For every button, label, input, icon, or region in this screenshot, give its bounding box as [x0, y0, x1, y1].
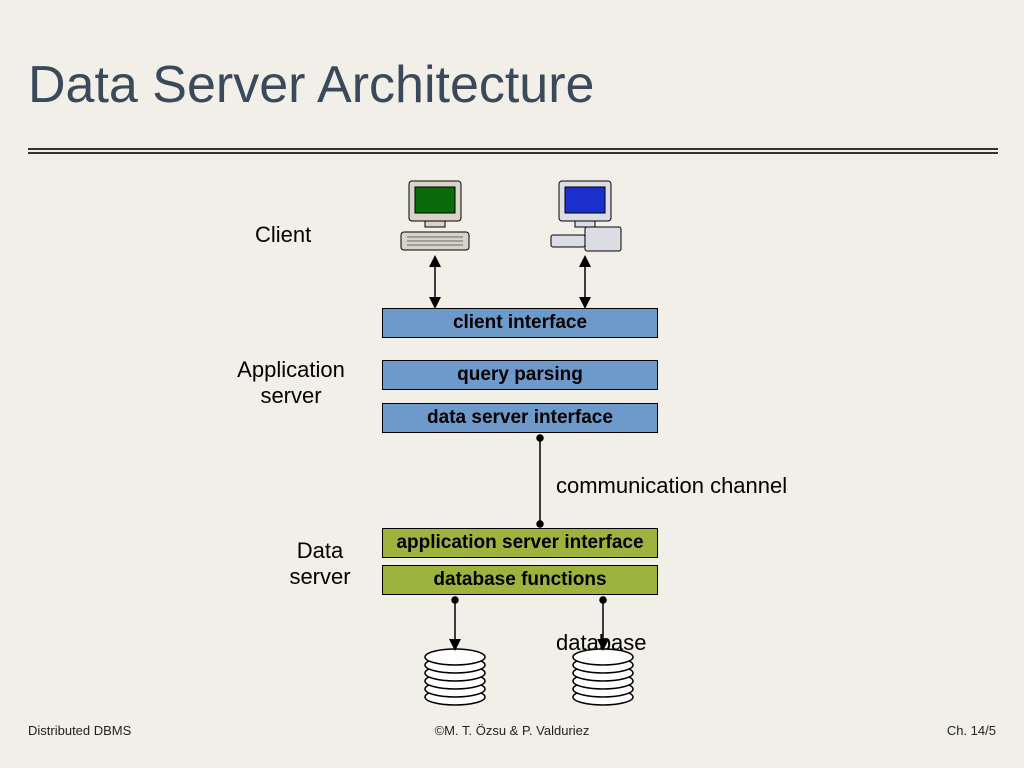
footer-center: ©M. T. Özsu & P. Valduriez [0, 723, 1024, 738]
app-server-label: Application server [226, 357, 356, 410]
title-underline [28, 148, 998, 154]
query-parsing-box: query parsing [382, 360, 658, 390]
client-label: Client [255, 222, 335, 248]
computer-icon [395, 177, 475, 257]
data-server-label: Data server [280, 538, 360, 591]
data-server-interface-box: data server interface [382, 403, 658, 433]
database-icon [420, 648, 490, 710]
comm-channel-label: communication channel [556, 473, 816, 499]
footer-right: Ch. 14/5 [947, 723, 996, 738]
client-interface-box: client interface [382, 308, 658, 338]
computer-icon [545, 177, 625, 257]
database-icon [568, 648, 638, 710]
app-server-interface-box: application server interface [382, 528, 658, 558]
db-functions-box: database functions [382, 565, 658, 595]
slide-title: Data Server Architecture [28, 55, 594, 115]
